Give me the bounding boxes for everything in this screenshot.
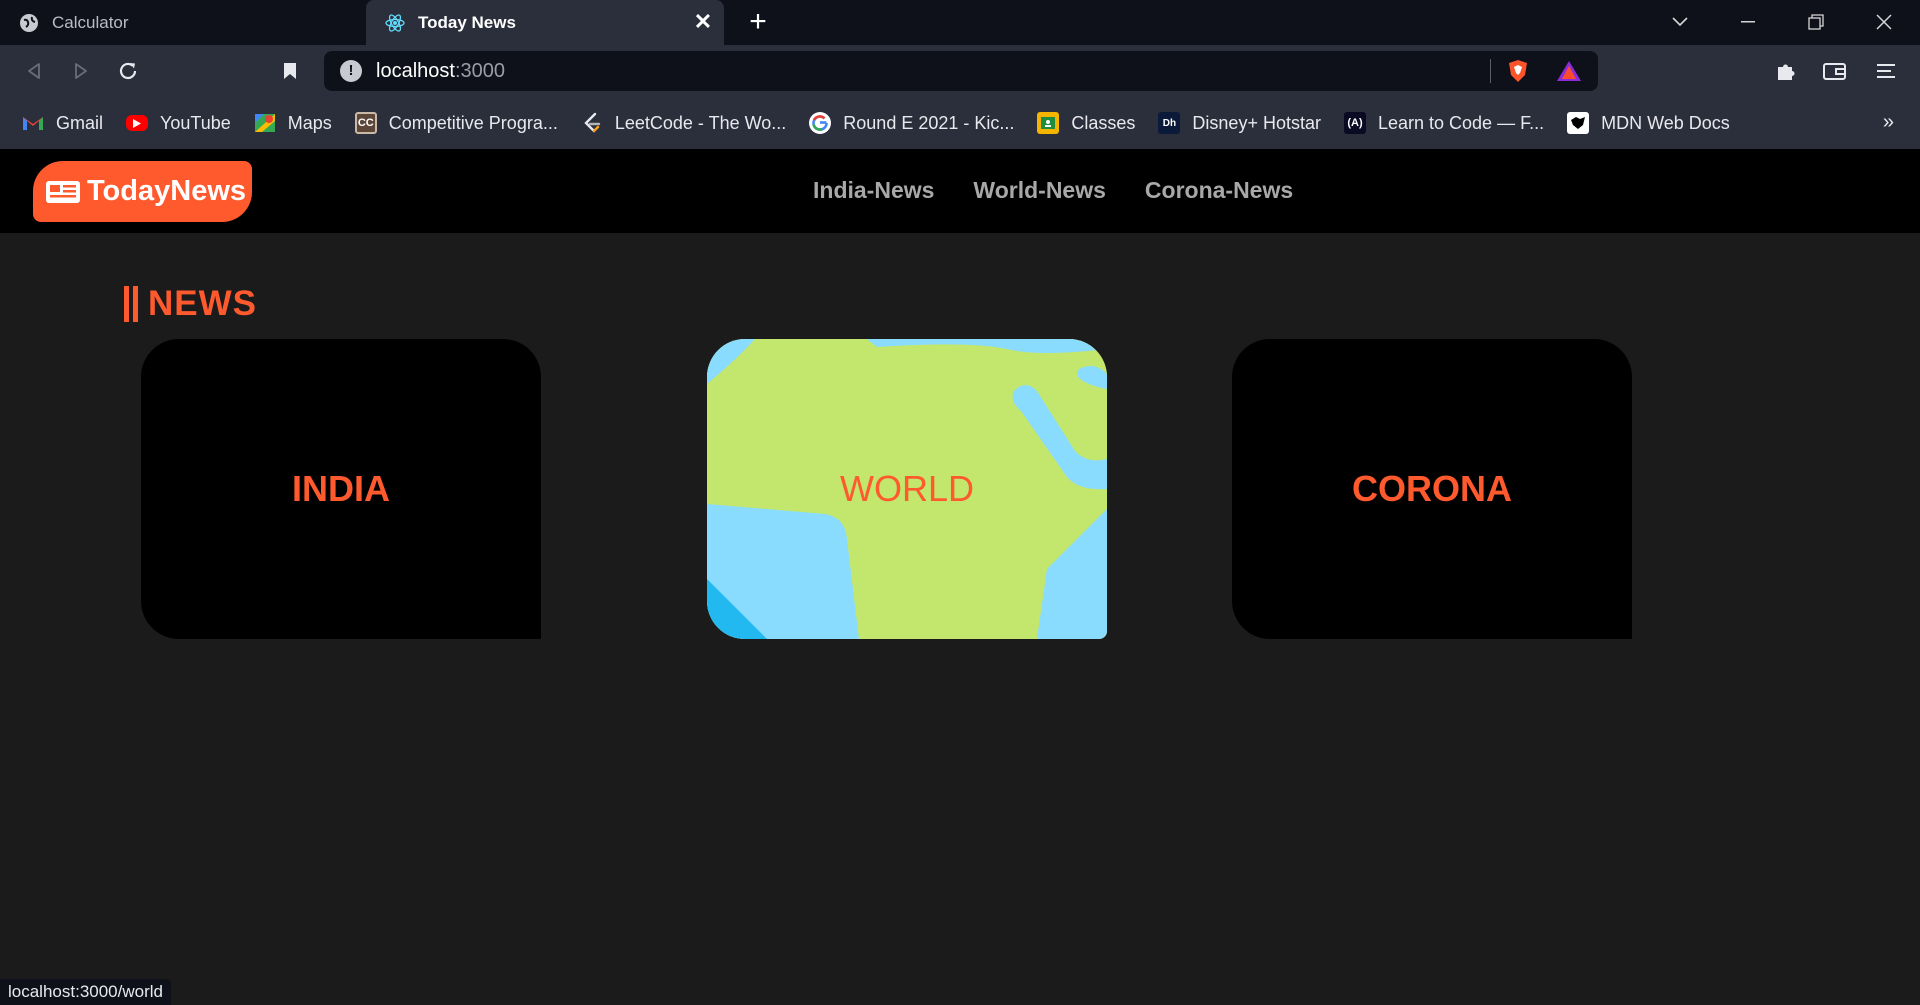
site-header: TodayNews India-News World-News Corona-N… — [0, 149, 1920, 233]
close-tab-icon[interactable]: ✕ — [692, 11, 714, 33]
restore-icon[interactable] — [1796, 8, 1836, 36]
brave-rewards-icon[interactable] — [1556, 59, 1582, 88]
main-nav: India-News World-News Corona-News — [813, 177, 1293, 204]
bookmark-maps[interactable]: Maps — [243, 97, 344, 149]
classroom-icon — [1037, 112, 1060, 134]
card-label: CORONA — [1352, 468, 1512, 509]
bookmark-label: Round E 2021 - Kic... — [843, 112, 1015, 133]
card-corona[interactable]: CORONA — [1232, 339, 1632, 639]
new-tab-button[interactable]: + — [744, 7, 772, 37]
more-bookmarks-icon[interactable]: » — [1883, 111, 1894, 134]
card-world[interactable]: WORLD — [707, 339, 1107, 639]
heading-bars-decoration — [124, 286, 138, 322]
bookmark-label: LeetCode - The Wo... — [614, 112, 787, 133]
url-port: :3000 — [454, 59, 505, 82]
bookmark-label: Competitive Progra... — [388, 112, 558, 133]
bookmark-gmail[interactable]: Gmail — [0, 97, 115, 149]
forward-icon[interactable] — [67, 57, 95, 85]
bookmark-label: YouTube — [160, 112, 231, 133]
bookmark-label: Maps — [287, 112, 332, 133]
browser-toolbar: ! localhost :3000 — [0, 45, 1920, 97]
wallet-icon[interactable] — [1821, 57, 1849, 85]
maps-icon — [254, 112, 276, 134]
tab-title: Calculator — [52, 12, 129, 32]
bookmark-kickstart[interactable]: Round E 2021 - Kic... — [798, 97, 1026, 149]
nav-india-news[interactable]: India-News — [813, 177, 934, 204]
address-bar[interactable]: ! localhost :3000 — [324, 51, 1598, 91]
section-heading: NEWS — [124, 284, 257, 324]
bookmark-label: Gmail — [56, 112, 104, 133]
mdn-icon — [1567, 112, 1590, 134]
bookmark-youtube[interactable]: YouTube — [115, 97, 243, 149]
url-host: localhost — [376, 59, 455, 82]
codechef-icon: CC — [354, 112, 377, 134]
react-icon — [384, 12, 406, 34]
browser-tab-strip: Calculator Today News ✕ + — [0, 0, 1920, 45]
bookmark-label: MDN Web Docs — [1601, 112, 1730, 133]
bookmark-label: Classes — [1071, 112, 1136, 133]
bookmark-classes[interactable]: Classes — [1026, 97, 1147, 149]
bookmark-label: Learn to Code — F... — [1377, 112, 1545, 133]
menu-icon[interactable] — [1872, 57, 1900, 85]
tab-title: Today News — [418, 12, 516, 32]
extensions-icon[interactable] — [1772, 57, 1800, 85]
close-window-icon[interactable] — [1864, 8, 1904, 36]
card-label: INDIA — [292, 468, 390, 509]
youtube-icon — [126, 115, 149, 131]
site-info-icon[interactable]: ! — [340, 60, 362, 82]
google-icon — [809, 112, 832, 134]
tab-search-chevron-icon[interactable] — [1660, 8, 1700, 36]
newspaper-icon — [45, 179, 81, 205]
url-divider — [1490, 59, 1491, 83]
section-title: NEWS — [148, 284, 257, 323]
bookmark-mdn[interactable]: MDN Web Docs — [1556, 97, 1742, 149]
globe-icon — [18, 12, 40, 34]
hotstar-icon: Dh — [1158, 112, 1181, 134]
link-status-bar: localhost:3000/world — [0, 979, 171, 1005]
bookmarks-bar: Gmail YouTube Maps CC Competitive Progra… — [0, 97, 1920, 149]
brave-shield-icon[interactable] — [1507, 59, 1529, 88]
site-logo[interactable]: TodayNews — [33, 161, 252, 222]
bookmark-freecodecamp[interactable]: (A) Learn to Code — F... — [1333, 97, 1556, 149]
freecodecamp-icon: (A) — [1343, 112, 1366, 134]
bookmark-label: Disney+ Hotstar — [1192, 112, 1321, 133]
nav-world-news[interactable]: World-News — [973, 177, 1105, 204]
bookmark-codechef[interactable]: CC Competitive Progra... — [344, 97, 570, 149]
bookmark-leetcode[interactable]: LeetCode - The Wo... — [570, 97, 798, 149]
bookmark-hotstar[interactable]: Dh Disney+ Hotstar — [1147, 97, 1333, 149]
gmail-icon — [22, 112, 44, 134]
tab-calculator[interactable]: Calculator — [0, 0, 362, 45]
tab-today-news[interactable]: Today News ✕ — [366, 0, 724, 45]
back-icon[interactable] — [20, 57, 48, 85]
reload-icon[interactable] — [114, 57, 142, 85]
leetcode-icon — [581, 112, 603, 134]
card-label: WORLD — [840, 468, 974, 509]
bookmark-icon[interactable] — [276, 57, 304, 85]
card-india[interactable]: INDIA — [141, 339, 541, 639]
minimize-icon[interactable] — [1728, 8, 1768, 36]
logo-text: TodayNews — [87, 175, 247, 207]
nav-corona-news[interactable]: Corona-News — [1145, 177, 1293, 204]
